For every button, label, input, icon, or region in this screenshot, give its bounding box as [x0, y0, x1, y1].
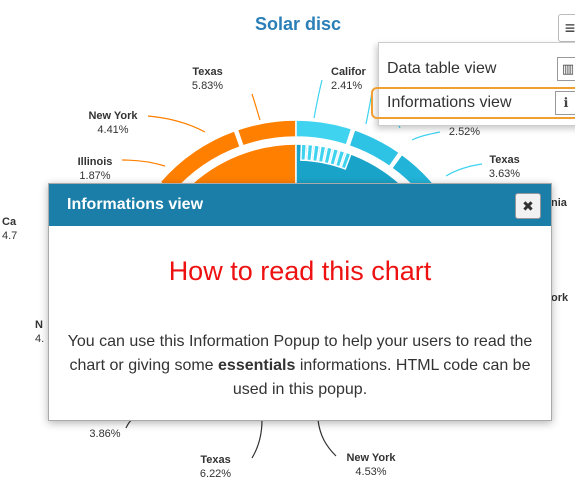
- label-california-right: nia: [551, 197, 567, 209]
- label-pct-bottom-left: 3.86%: [89, 428, 121, 440]
- sector-blue-stripe[interactable]: [300, 143, 308, 162]
- sector-orange-outer-3[interactable]: [236, 119, 297, 147]
- chart-title: Solar disc: [254, 14, 342, 34]
- popup-header-title: Informations view: [67, 196, 204, 213]
- popup-body-bold: essentials: [218, 357, 296, 374]
- table-icon: ▥: [557, 57, 575, 81]
- label-pct-right: 2.52%: [448, 126, 481, 138]
- label-california-top: Califor 2.41%: [331, 66, 366, 92]
- menu-item-data-table-view[interactable]: Data table view ▥: [379, 53, 575, 85]
- label-newyork-bottom: New York 4.53%: [346, 452, 396, 478]
- sector-blue-outer-1[interactable]: [295, 119, 353, 146]
- leader-blue-3: [411, 131, 441, 141]
- popup-body-text: You can use this Information Popup to he…: [67, 333, 533, 398]
- label-texas-right: Texas 3.63%: [488, 154, 521, 180]
- menu-item-label: Data table view: [387, 60, 497, 77]
- hamburger-menu-icon[interactable]: ≡: [558, 14, 575, 42]
- label-newyork-right: ork: [551, 292, 569, 304]
- label-illinois: Illinois 1.87%: [77, 156, 113, 182]
- sector-blue-stripe[interactable]: [305, 143, 314, 162]
- info-person-icon: ℹ: [555, 91, 575, 115]
- information-popup: Informations view ✖ How to read this cha…: [48, 183, 552, 421]
- leader-texas-top: [251, 93, 261, 121]
- label-newyork-left: New York 4.41%: [88, 110, 138, 136]
- label-texas-bottom: Texas 6.22%: [199, 454, 232, 480]
- label-california-left: Ca 4.7: [2, 216, 18, 242]
- popup-heading: How to read this chart: [168, 256, 432, 286]
- menu-item-informations-view[interactable]: Informations view ℹ: [371, 87, 575, 119]
- leader-texas-right: [445, 163, 483, 177]
- leader-illinois: [121, 159, 166, 167]
- leader-newyork-bottom: [317, 419, 337, 457]
- popup-header: Informations view: [49, 184, 551, 226]
- close-icon[interactable]: ✖: [515, 193, 541, 219]
- context-menu: Data table view ▥ Informations view ℹ: [371, 42, 575, 126]
- menu-item-label: Informations view: [387, 94, 512, 111]
- label-texas-top: Texas 5.83%: [191, 66, 224, 92]
- leader-newyork-left: [147, 115, 206, 133]
- leader-texas-bottom: [251, 419, 263, 459]
- leader-california-top: [313, 79, 323, 119]
